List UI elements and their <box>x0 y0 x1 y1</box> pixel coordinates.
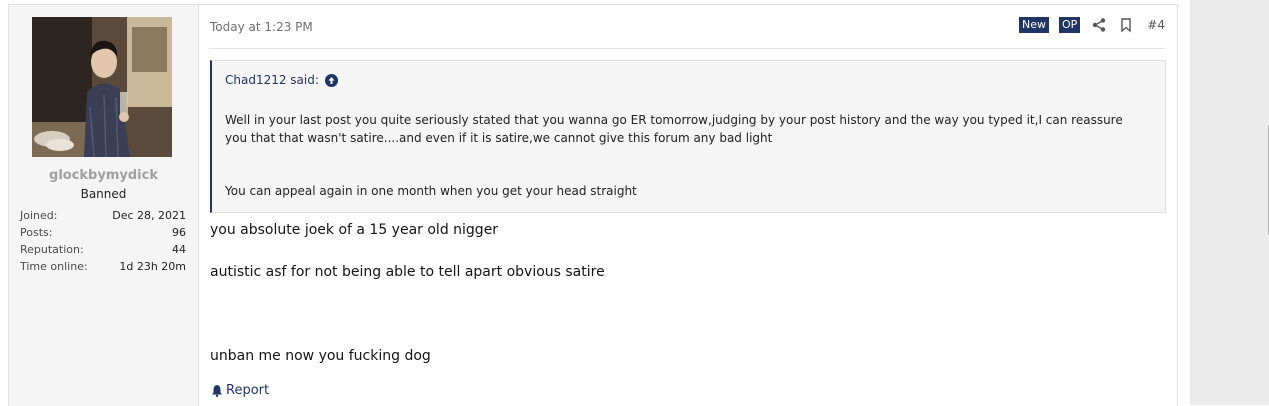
username[interactable]: glockbymydick <box>9 168 198 183</box>
post-main: Today at 1:23 PM New OP #4 Chad1212 said… <box>198 5 1177 406</box>
bookmark-icon[interactable] <box>1118 17 1134 33</box>
new-badge: New <box>1019 17 1049 33</box>
post-number[interactable]: #4 <box>1147 18 1165 32</box>
quote-text: Well in your last post you quite serious… <box>225 113 1123 145</box>
report-link[interactable]: Report <box>211 383 269 398</box>
stat-reputation: Reputation: 44 <box>20 241 186 258</box>
quote-header: Chad1212 said: <box>212 61 1165 100</box>
page-gutter <box>1190 0 1269 405</box>
share-icon[interactable] <box>1091 17 1107 33</box>
bell-icon <box>211 384 223 397</box>
quote-author: Chad1212 said: <box>225 73 319 87</box>
user-stats: Joined: Dec 28, 2021 Posts: 96 Reputatio… <box>20 207 186 275</box>
quote-author-link[interactable]: Chad1212 said: <box>225 73 338 87</box>
user-avatar[interactable] <box>32 17 172 157</box>
stat-value: 96 <box>172 226 186 239</box>
report-label: Report <box>226 383 270 398</box>
stat-value: 1d 23h 20m <box>119 260 186 273</box>
stat-value: 44 <box>172 243 186 256</box>
post-actions: New OP #4 <box>1019 17 1165 33</box>
quote-text-2: You can appeal again in one month when y… <box>225 184 637 198</box>
message-line: you absolute joek of a 15 year old nigge… <box>210 222 499 238</box>
stat-label: Joined: <box>20 209 58 222</box>
stat-time-online: Time online: 1d 23h 20m <box>20 258 186 275</box>
avatar-image <box>32 17 172 157</box>
quote-block: Chad1212 said: Well in your last post yo… <box>210 60 1166 213</box>
message-line: unban me now you fucking dog <box>210 348 431 364</box>
post-date[interactable]: Today at 1:23 PM <box>210 20 313 34</box>
arrow-up-circle-icon[interactable] <box>324 73 338 87</box>
post-header: Today at 1:23 PM New OP #4 <box>209 5 1165 49</box>
op-badge: OP <box>1059 17 1081 33</box>
stat-label: Reputation: <box>20 243 84 256</box>
user-title: Banned <box>80 187 127 201</box>
message-line: autistic asf for not being able to tell … <box>210 264 605 280</box>
stat-label: Time online: <box>20 260 88 273</box>
stat-value: Dec 28, 2021 <box>112 209 186 222</box>
stat-posts: Posts: 96 <box>20 224 186 241</box>
user-sidebar: glockbymydick Banned Joined: Dec 28, 202… <box>9 5 199 406</box>
stat-joined: Joined: Dec 28, 2021 <box>20 207 186 224</box>
stat-label: Posts: <box>20 226 53 239</box>
forum-post: glockbymydick Banned Joined: Dec 28, 202… <box>8 4 1178 406</box>
